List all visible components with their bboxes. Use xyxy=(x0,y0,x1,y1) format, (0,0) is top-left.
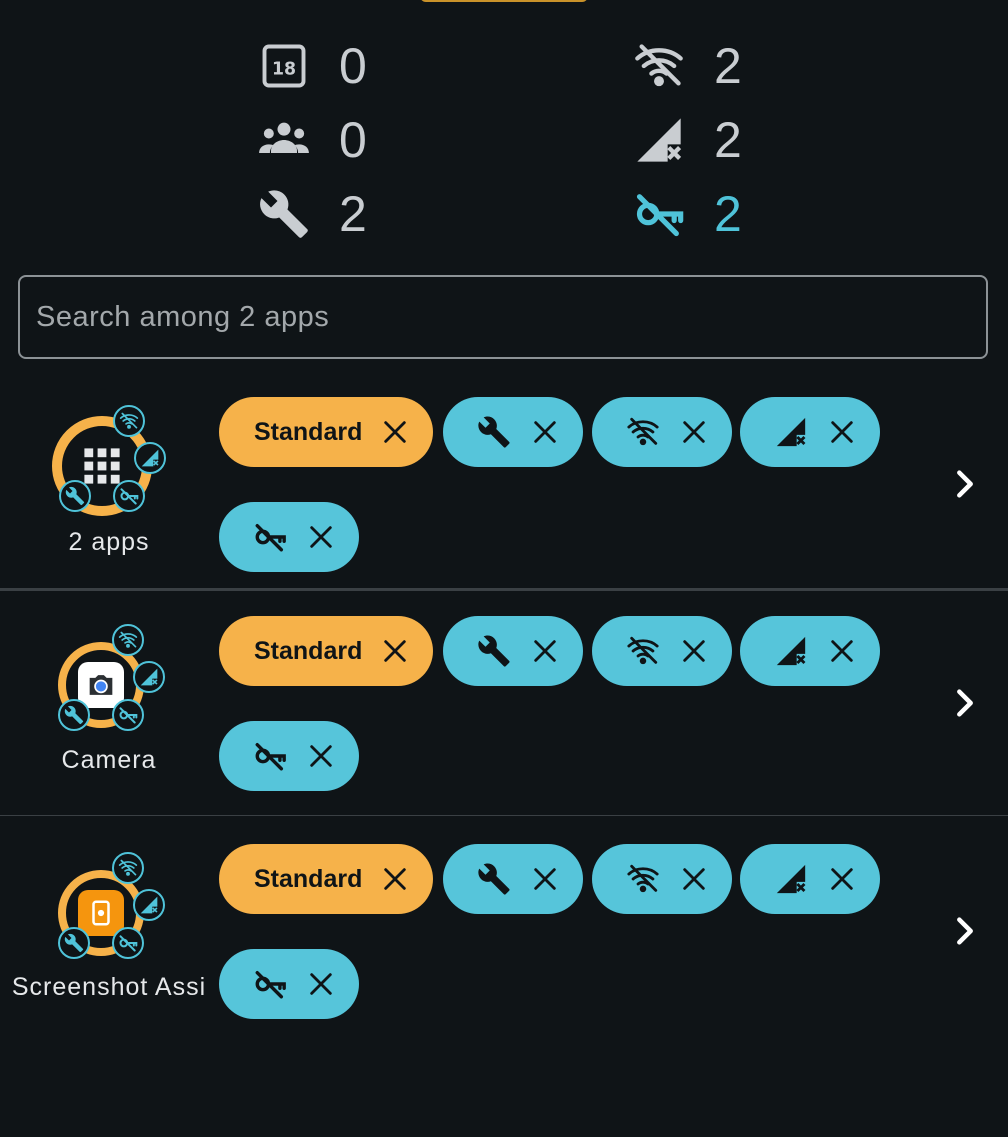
row-divider xyxy=(0,815,1008,816)
signal-off-icon xyxy=(134,442,166,474)
chip-wifi[interactable] xyxy=(592,616,732,686)
chip-mobile[interactable] xyxy=(740,844,880,914)
close-icon[interactable] xyxy=(680,418,708,446)
stat-value: 0 xyxy=(339,112,367,168)
search-box[interactable] xyxy=(18,275,988,359)
chip-label: Standard xyxy=(254,417,363,446)
vpn-key-off-icon xyxy=(253,967,287,1001)
vpn-key-off-icon xyxy=(629,184,689,244)
chip-mobile[interactable] xyxy=(740,616,880,686)
chip-tools[interactable] xyxy=(443,397,583,467)
chip-wifi[interactable] xyxy=(592,397,732,467)
stat-value: 2 xyxy=(714,186,742,242)
wrench-icon xyxy=(477,862,511,896)
stat-value: 2 xyxy=(339,186,367,242)
chip-standard[interactable]: Standard xyxy=(219,616,433,686)
close-icon[interactable] xyxy=(307,523,335,551)
signal-off-icon xyxy=(629,110,689,170)
chip-tools[interactable] xyxy=(443,616,583,686)
wrench-icon xyxy=(254,184,314,244)
close-icon[interactable] xyxy=(531,418,559,446)
close-icon[interactable] xyxy=(680,637,708,665)
wifi-off-icon xyxy=(112,852,144,884)
stat-wifi-blocked: 2 xyxy=(629,36,742,96)
svg-text:18: 18 xyxy=(272,60,296,80)
wrench-icon xyxy=(58,927,90,959)
stat-tools: 2 xyxy=(254,184,367,244)
chevron-right-icon[interactable] xyxy=(948,686,982,720)
vpn-key-off-icon xyxy=(113,480,145,512)
chip-wifi[interactable] xyxy=(592,844,732,914)
chip-vpn[interactable] xyxy=(219,949,359,1019)
signal-off-icon xyxy=(774,862,808,896)
wifi-off-icon xyxy=(626,634,660,668)
wifi-off-icon xyxy=(112,624,144,656)
stats-panel: 18 0 0 2 2 2 2 xyxy=(0,36,1008,256)
close-icon[interactable] xyxy=(531,637,559,665)
chip-standard[interactable]: Standard xyxy=(219,397,433,467)
app-name: 2 apps xyxy=(68,528,150,556)
chevron-right-icon[interactable] xyxy=(948,467,982,501)
signal-off-icon xyxy=(774,415,808,449)
signal-off-icon xyxy=(133,661,165,693)
wrench-icon xyxy=(477,415,511,449)
wifi-off-icon xyxy=(626,415,660,449)
wrench-icon xyxy=(59,480,91,512)
vpn-key-off-icon xyxy=(253,520,287,554)
vpn-key-off-icon xyxy=(112,699,144,731)
chip-standard[interactable]: Standard xyxy=(219,844,433,914)
chip-mobile[interactable] xyxy=(740,397,880,467)
wifi-off-icon xyxy=(113,405,145,437)
close-icon[interactable] xyxy=(381,865,409,893)
stat-value: 0 xyxy=(339,38,367,94)
stat-value: 2 xyxy=(714,38,742,94)
app-name: Screenshot Assi xyxy=(11,973,207,1001)
stat-value: 2 xyxy=(714,112,742,168)
signal-off-icon xyxy=(133,889,165,921)
app-name: Camera xyxy=(61,746,157,774)
close-icon[interactable] xyxy=(381,418,409,446)
stat-mobile-blocked: 2 xyxy=(629,110,742,170)
chip-tools[interactable] xyxy=(443,844,583,914)
chevron-right-icon[interactable] xyxy=(948,914,982,948)
wrench-icon xyxy=(477,634,511,668)
group-icon xyxy=(254,110,314,170)
stat-vpn-blocked[interactable]: 2 xyxy=(629,184,742,244)
close-icon[interactable] xyxy=(307,970,335,998)
close-icon[interactable] xyxy=(828,418,856,446)
close-icon[interactable] xyxy=(828,637,856,665)
vpn-key-off-icon xyxy=(253,739,287,773)
close-icon[interactable] xyxy=(531,865,559,893)
stat-users: 0 xyxy=(254,110,367,170)
close-icon[interactable] xyxy=(828,865,856,893)
close-icon[interactable] xyxy=(307,742,335,770)
close-icon[interactable] xyxy=(381,637,409,665)
drag-handle[interactable] xyxy=(420,0,588,2)
chip-vpn[interactable] xyxy=(219,721,359,791)
wifi-off-icon xyxy=(626,862,660,896)
wrench-icon xyxy=(58,699,90,731)
stat-age-restriction: 18 0 xyxy=(254,36,367,96)
chip-label: Standard xyxy=(254,636,363,665)
chip-vpn[interactable] xyxy=(219,502,359,572)
signal-off-icon xyxy=(774,634,808,668)
row-divider xyxy=(0,588,1008,591)
search-input[interactable] xyxy=(20,277,986,357)
calendar-18-icon: 18 xyxy=(254,36,314,96)
wifi-off-icon xyxy=(629,36,689,96)
close-icon[interactable] xyxy=(680,865,708,893)
chip-label: Standard xyxy=(254,864,363,893)
vpn-key-off-icon xyxy=(112,927,144,959)
